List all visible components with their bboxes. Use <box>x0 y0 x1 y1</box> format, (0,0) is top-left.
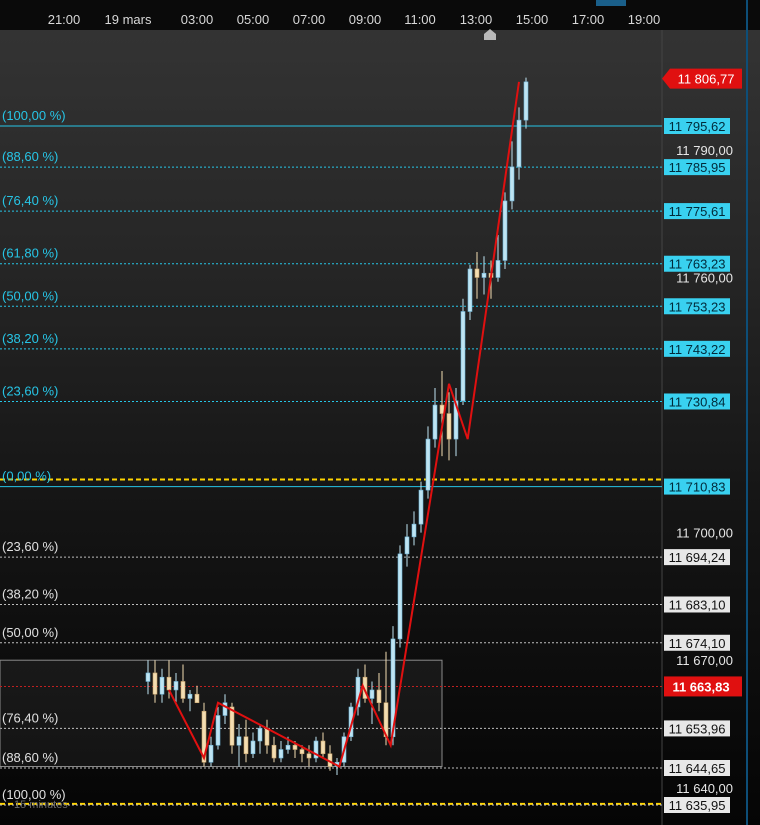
candle-up <box>495 260 501 278</box>
fib-upper-price-text: 11 795,62 <box>669 119 726 134</box>
time-axis-label: 03:00 <box>181 12 214 27</box>
time-axis-label: 13:00 <box>460 12 493 27</box>
candle-down <box>446 413 452 440</box>
price-axis-label: 11 700,00 <box>676 526 733 541</box>
candle-down <box>166 676 172 691</box>
fib-upper-price-text: 11 775,61 <box>669 204 726 219</box>
time-axis-label: 19:00 <box>628 12 661 27</box>
fib-upper-pct-label: (50,00 %) <box>2 288 58 303</box>
candle-down <box>376 689 382 704</box>
candle-down <box>306 753 312 759</box>
candle-up <box>411 523 417 538</box>
candle-up <box>516 119 522 168</box>
price-axis-label: 11 790,00 <box>676 143 733 158</box>
candle-up <box>285 744 291 750</box>
candle-down <box>299 749 305 755</box>
candle-up <box>432 404 438 440</box>
candle-up <box>460 311 466 402</box>
time-axis-label: 17:00 <box>572 12 605 27</box>
scroll-home-icon <box>484 29 496 40</box>
candle-up <box>236 736 242 746</box>
time-axis-label: 05:00 <box>237 12 270 27</box>
candle-up <box>404 536 410 555</box>
candle-down <box>271 744 277 759</box>
fib-lower-price-text: 11 674,10 <box>669 636 726 651</box>
candle-down <box>474 268 480 278</box>
price-axis-label: 11 670,00 <box>676 653 733 668</box>
candle-up <box>250 740 256 755</box>
candle-down <box>292 744 298 750</box>
candle-up <box>215 715 221 746</box>
fib-lower-price-text: 11 644,65 <box>669 761 726 776</box>
candle-up <box>145 672 151 682</box>
fib-upper-pct-label: (100,00 %) <box>2 108 66 123</box>
candle-up <box>369 689 375 699</box>
chart-window: 21:00 19 mars 03:00 05:00 07:00 09:00 11:00 13:… <box>0 0 760 825</box>
candle-up <box>208 744 214 763</box>
candle-down <box>229 706 235 746</box>
fib-upper-price-text: 11 785,95 <box>669 160 726 175</box>
price-axis-label: 11 760,00 <box>676 270 733 285</box>
candle-up <box>257 727 263 742</box>
current-price-text: 11 663,83 <box>672 679 729 694</box>
time-axis-label: 11:00 <box>404 12 436 27</box>
candle-up <box>418 489 424 525</box>
price-axis-label: 11 640,00 <box>676 781 733 796</box>
fib-upper-pct-label: (0,00 %) <box>2 469 51 484</box>
time-axis-label: 19 mars <box>105 12 152 27</box>
candle-up <box>502 200 508 261</box>
candle-up <box>159 676 165 695</box>
fib-lower-pct-label: (38,20 %) <box>2 586 58 601</box>
candle-up <box>467 268 473 312</box>
time-axis-label: 09:00 <box>349 12 382 27</box>
fib-lower-price-text: 11 683,10 <box>669 597 726 612</box>
candle-up <box>523 81 529 121</box>
candle-up <box>481 272 487 278</box>
time-axis-label: 21:00 <box>48 12 81 27</box>
candle-up <box>509 166 515 202</box>
fib-lower-price-text: 11 653,96 <box>669 721 726 736</box>
fib-upper-pct-label: (76,40 %) <box>2 193 58 208</box>
fib-upper-price-text: 11 710,83 <box>669 480 726 495</box>
candle-down <box>152 672 158 695</box>
time-axis-cursor-marker <box>596 0 626 6</box>
price-panel-border <box>746 0 748 825</box>
fib-lower-pct-label: (50,00 %) <box>2 625 58 640</box>
fib-upper-price-text: 11 743,22 <box>669 342 726 357</box>
fib-upper-pct-label: (38,20 %) <box>2 331 58 346</box>
candle-down <box>264 727 270 746</box>
candlestick-chart[interactable]: 21:00 19 mars 03:00 05:00 07:00 09:00 11:00 13:… <box>0 0 760 825</box>
candle-up <box>278 749 284 759</box>
timeframe-label: 15 minutes <box>14 799 68 811</box>
time-axis-label: 07:00 <box>293 12 326 27</box>
fib-lower-price-text: 11 635,95 <box>669 798 726 813</box>
fib-upper-pct-label: (88,60 %) <box>2 149 58 164</box>
fib-lower-price-text: 11 694,24 <box>669 550 726 565</box>
time-axis-label: 15:00 <box>516 12 549 27</box>
fib-lower-pct-label: (23,60 %) <box>2 539 58 554</box>
candle-down <box>194 693 200 704</box>
candle-down <box>180 681 186 699</box>
last-price-text: 11 806,77 <box>678 72 735 87</box>
candle-down <box>243 736 249 755</box>
candle-down <box>320 740 326 755</box>
candle-up <box>187 693 193 699</box>
fib-upper-pct-label: (23,60 %) <box>2 383 58 398</box>
fib-upper-price-text: 11 730,84 <box>669 394 726 409</box>
candle-up <box>397 553 403 640</box>
candle-up <box>425 438 431 491</box>
fib-upper-pct-label: (61,80 %) <box>2 246 58 261</box>
fib-upper-price-text: 11 753,23 <box>669 299 726 314</box>
candle-up <box>173 681 179 691</box>
